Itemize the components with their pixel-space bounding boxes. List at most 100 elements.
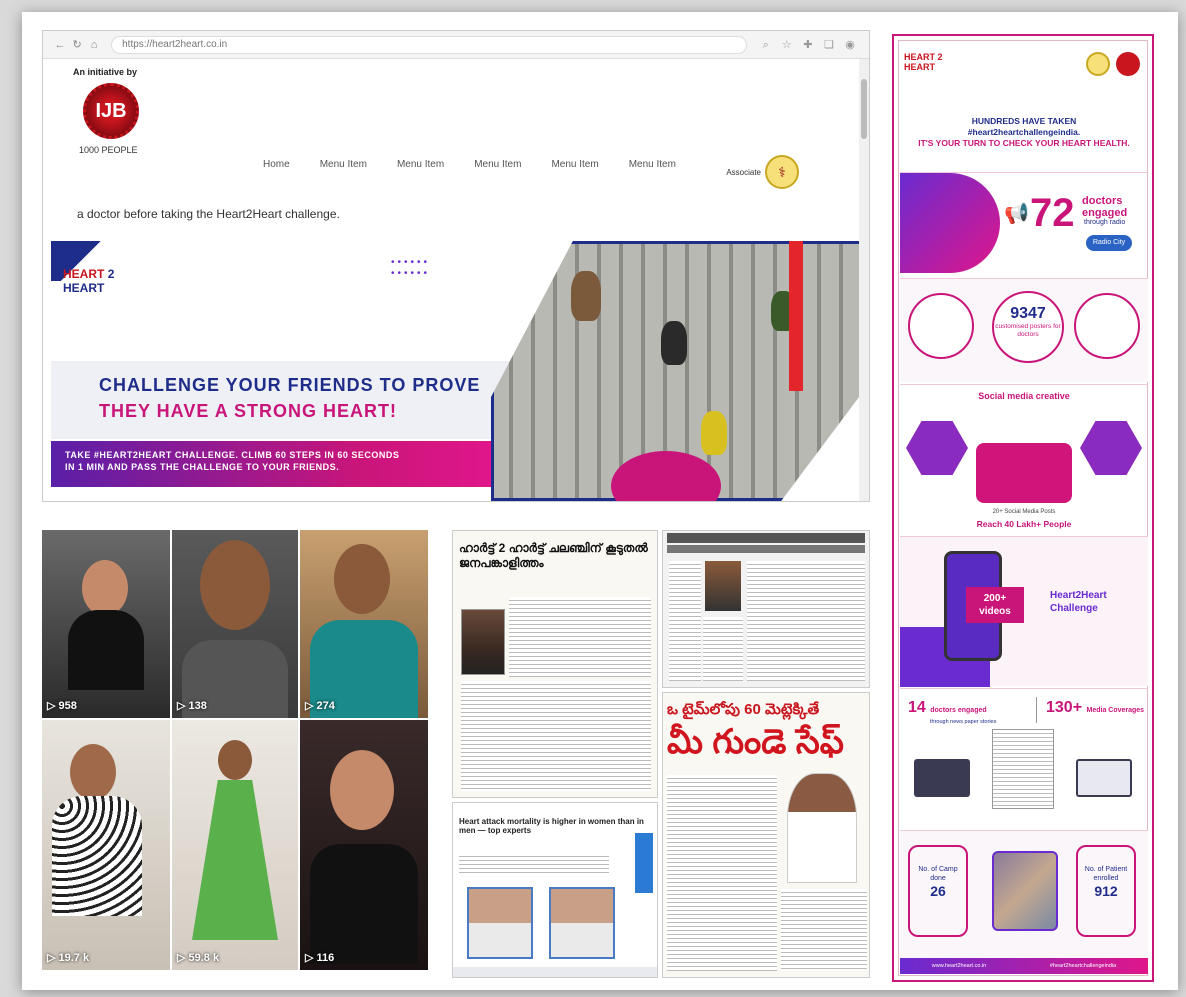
social-title: Social media creative bbox=[978, 391, 1070, 401]
laptop-icon bbox=[914, 759, 970, 797]
side-tab[interactable] bbox=[789, 241, 803, 391]
collections-icon[interactable]: ❏ bbox=[820, 38, 838, 51]
video-tile[interactable]: ▷ 59.8 k bbox=[172, 720, 298, 970]
menu-item[interactable]: Menu Item bbox=[551, 159, 598, 170]
megaphone-icon: 📢 bbox=[1004, 203, 1029, 225]
video-grid: ▷ 958 ▷ 138 ▷ 274 ▷ 19.7 k ▷ 59.8 k ▷ 11… bbox=[42, 530, 428, 978]
intro-line-1: HUNDREDS HAVE TAKEN bbox=[971, 116, 1077, 126]
view-count: ▷ 138 bbox=[177, 700, 207, 712]
view-count: ▷ 59.8 k bbox=[177, 952, 220, 964]
media-section: 14 doctors engaged through news paper st… bbox=[900, 688, 1148, 828]
doctor-photo bbox=[467, 887, 533, 959]
view-count: ▷ 19.7 k bbox=[47, 952, 90, 964]
browser-window: ← ↻ ⌂ https://heart2heart.co.in ⌕ ☆ ✚ ❏ … bbox=[42, 30, 870, 502]
posters-section: 9347 customised posters for doctors bbox=[900, 278, 1148, 382]
online-article-screenshot: Heart attack mortality is higher in wome… bbox=[452, 802, 658, 978]
doctors-label-2: engaged bbox=[1082, 207, 1128, 219]
refresh-icon[interactable]: ↻ bbox=[70, 38, 84, 51]
menu-item[interactable]: Menu Item bbox=[474, 159, 521, 170]
cta-band: TAKE #HEART2HEART CHALLENGE. CLIMB 60 ST… bbox=[51, 441, 491, 487]
site-header: An initiative by IJB 1000 PEOPLE Home Me… bbox=[43, 59, 869, 199]
address-bar[interactable]: https://heart2heart.co.in bbox=[111, 35, 747, 54]
radio-city-logo: Radio City bbox=[1086, 235, 1132, 251]
footer-site[interactable]: www.heart2heart.co.in bbox=[932, 963, 986, 969]
article-text bbox=[459, 853, 609, 873]
doctors-sub: through radio bbox=[1084, 219, 1126, 226]
person-body bbox=[310, 844, 418, 964]
headline-band bbox=[51, 361, 521, 439]
person-body bbox=[68, 610, 144, 690]
social-posts: 20+ Social Media Posts bbox=[992, 509, 1056, 515]
engaged-count: 14 bbox=[908, 699, 926, 716]
social-post-thumbnail bbox=[976, 443, 1072, 503]
doctor-photo bbox=[787, 773, 857, 883]
poster-thumbnail bbox=[908, 293, 974, 359]
partner-logos bbox=[1086, 52, 1140, 76]
video-tile[interactable]: ▷ 274 bbox=[300, 530, 428, 718]
brand-line-1: HEART 2 bbox=[904, 52, 943, 62]
footer-tag: #heart2heartchallengeindia bbox=[1049, 963, 1117, 969]
posters-count: 9347 bbox=[1010, 305, 1046, 322]
site-logo[interactable]: IJB bbox=[83, 83, 139, 139]
article-text bbox=[781, 889, 867, 971]
scrollbar-thumb[interactable] bbox=[861, 79, 867, 139]
patient-value: 912 bbox=[1094, 883, 1118, 899]
logo-line2: HEART bbox=[63, 281, 105, 295]
person-face bbox=[334, 544, 390, 614]
camp-stat: No. of Camp done 26 bbox=[908, 845, 968, 937]
clipping-header bbox=[667, 533, 865, 543]
profile-icon[interactable]: ◉ bbox=[841, 38, 859, 51]
posters-stat: 9347 customised posters for doctors bbox=[992, 291, 1064, 363]
person-face bbox=[200, 540, 270, 630]
banner-headline-1: CHALLENGE YOUR FRIENDS TO PROVE bbox=[99, 375, 481, 395]
logo-two: 2 bbox=[107, 267, 115, 281]
home-icon[interactable]: ⌂ bbox=[87, 39, 101, 51]
person-body bbox=[192, 780, 278, 940]
infographic-footer: www.heart2heart.co.in #heart2heartchalle… bbox=[900, 958, 1148, 974]
social-post-thumbnail bbox=[906, 421, 968, 475]
doctors-label-1: doctors bbox=[1082, 195, 1123, 207]
zoom-icon[interactable]: ⌕ bbox=[757, 39, 775, 52]
main-menu: Home Menu Item Menu Item Menu Item Menu … bbox=[263, 159, 676, 170]
site-logo-text: 1000 PEOPLE bbox=[79, 145, 138, 155]
videos-section: 200+ videos Heart2Heart Challenge bbox=[900, 536, 1148, 687]
menu-item[interactable]: Menu Item bbox=[629, 159, 676, 170]
clipping-subheader bbox=[667, 545, 865, 553]
engaged-sub: through news paper stories bbox=[930, 719, 997, 725]
article-text bbox=[509, 597, 651, 677]
telugu-headline-1: ఒ టైమ్‌లోపు 60 మెట్లెక్కితే bbox=[667, 701, 820, 718]
malayalam-clipping: ഹാർട്ട് 2 ഹാർട്ട് ചലഞ്ചിന് കൂടുതൽ ജനപങ്ക… bbox=[452, 530, 658, 798]
initiative-label: An initiative by bbox=[73, 67, 138, 77]
infographic-intro: HUNDREDS HAVE TAKEN #heart2heartchalleng… bbox=[904, 116, 1144, 149]
camp-value: 26 bbox=[930, 883, 946, 899]
social-media-section: Social media creative 20+ Social Media P… bbox=[900, 384, 1148, 534]
cta-text: TAKE #HEART2HEART CHALLENGE. CLIMB 60 ST… bbox=[65, 449, 399, 473]
side-ad bbox=[635, 833, 653, 893]
back-icon[interactable]: ← bbox=[53, 39, 67, 51]
cta-line-1: TAKE #HEART2HEART CHALLENGE. CLIMB 60 ST… bbox=[65, 450, 400, 460]
person-face bbox=[218, 740, 252, 780]
view-count: ▷ 116 bbox=[305, 952, 335, 964]
divider bbox=[1036, 697, 1037, 723]
banner-headline-2: THEY HAVE A STRONG HEART! bbox=[99, 401, 398, 421]
video-tile[interactable]: ▷ 19.7 k bbox=[42, 720, 170, 970]
favorite-icon[interactable]: ☆ bbox=[778, 38, 796, 51]
extensions-icon[interactable]: ✚ bbox=[799, 38, 817, 51]
menu-item[interactable]: Menu Item bbox=[320, 159, 367, 170]
nav-buttons: ← ↻ ⌂ bbox=[53, 38, 101, 51]
person-face bbox=[330, 750, 394, 830]
poster-thumbnail bbox=[1074, 293, 1140, 359]
brand-line-2: HEART bbox=[904, 62, 935, 72]
article-title: Heart attack mortality is higher in wome… bbox=[459, 817, 644, 835]
posters-label: customised posters for doctors bbox=[995, 323, 1061, 338]
camp-label: No. of Camp done bbox=[918, 866, 958, 882]
video-tile[interactable]: ▷ 138 bbox=[172, 530, 298, 718]
video-tile[interactable]: ▷ 116 bbox=[300, 720, 428, 970]
person-body bbox=[52, 796, 142, 916]
menu-item-home[interactable]: Home bbox=[263, 159, 290, 170]
scrollbar[interactable] bbox=[859, 59, 869, 501]
video-tile[interactable]: ▷ 958 bbox=[42, 530, 170, 718]
article-text bbox=[669, 561, 701, 681]
menu-item[interactable]: Menu Item bbox=[397, 159, 444, 170]
view-count: ▷ 274 bbox=[305, 700, 335, 712]
